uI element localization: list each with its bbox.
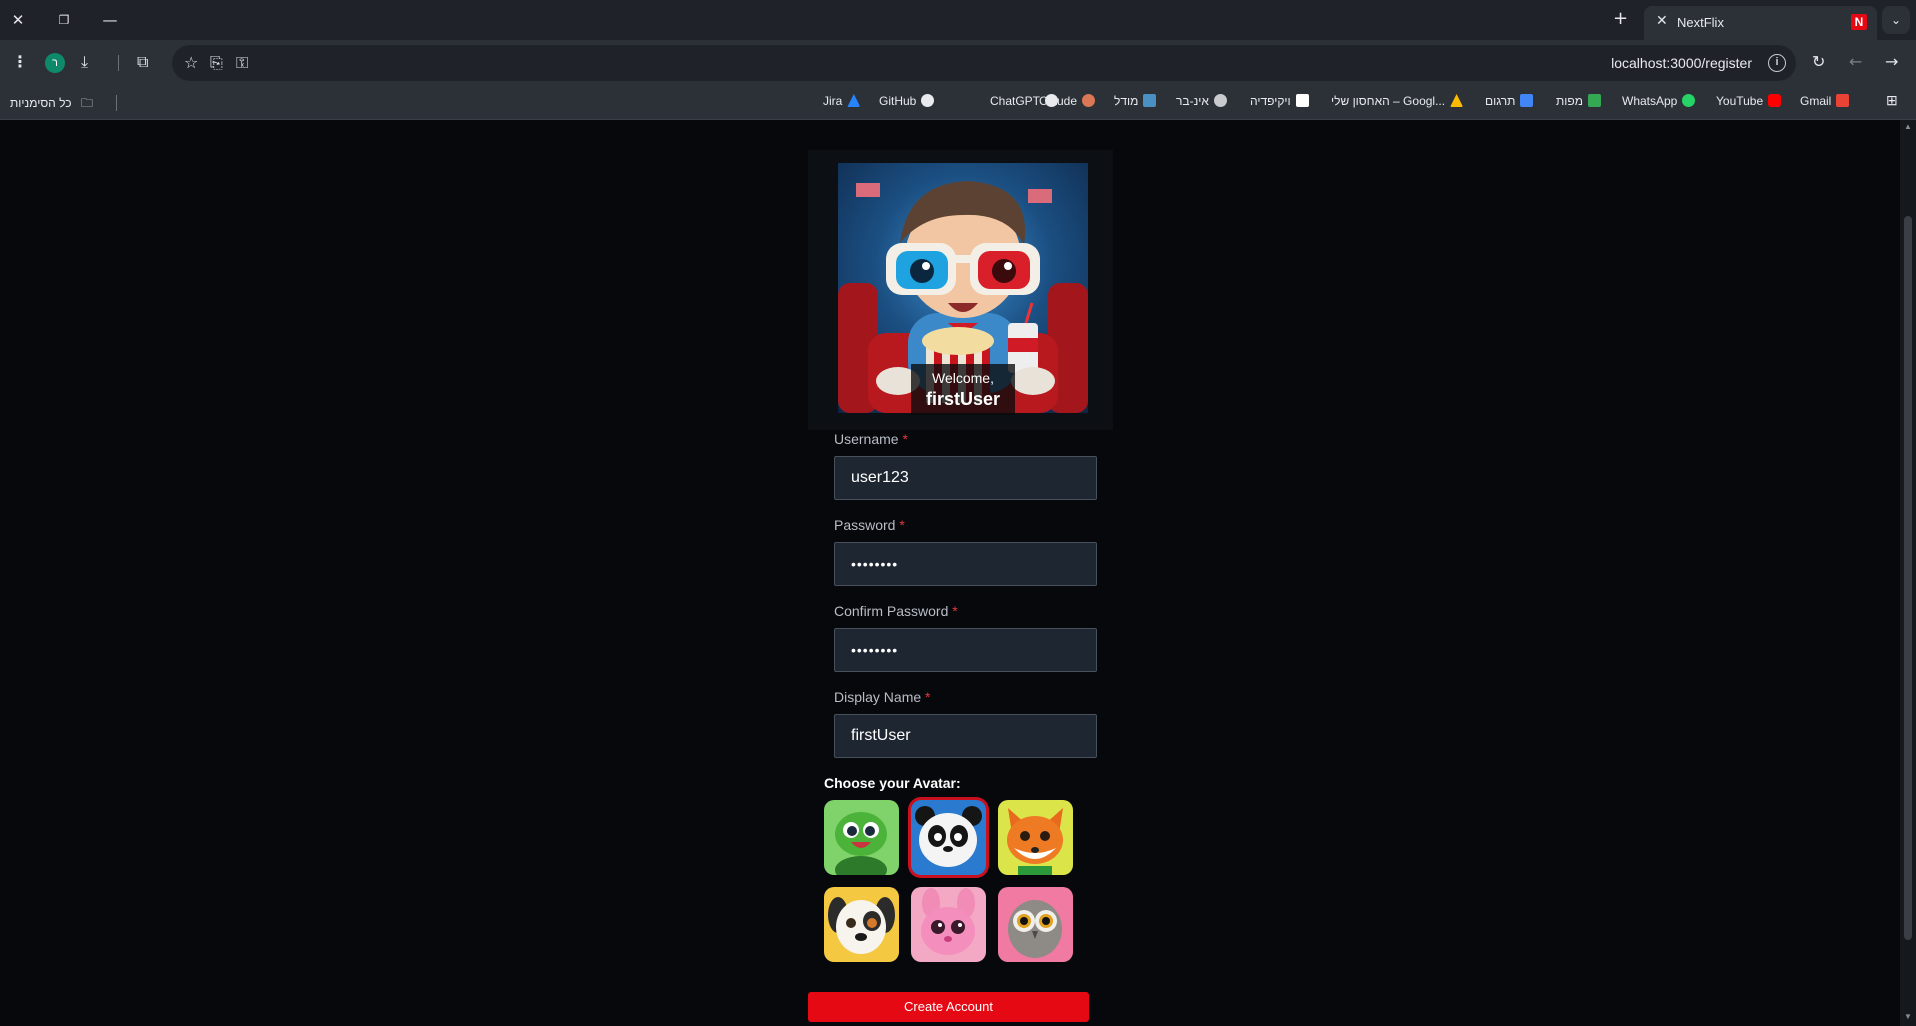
extensions-icon[interactable]: ⧉ — [137, 52, 148, 72]
all-bookmarks[interactable]: כל הסימניות 🗀 — [10, 94, 93, 115]
password-input[interactable]: •••••••• — [834, 542, 1097, 586]
bookmark-translate[interactable]: תרגום — [1485, 94, 1534, 108]
username-label: Username * — [834, 431, 908, 447]
scroll-up-icon[interactable]: ▲ — [1904, 122, 1912, 131]
username-input[interactable]: user123 — [834, 456, 1097, 500]
forward-icon: ← — [1849, 52, 1863, 71]
required-mark: * — [899, 517, 905, 533]
page-scrollbar[interactable]: ▲ ▼ — [1900, 120, 1916, 1026]
bookmarks-bar: כל הסימניות 🗀 Jira GitHub ChatGPT Claude… — [0, 86, 1916, 120]
tab-search-icon[interactable]: ⌄ — [1882, 6, 1910, 34]
gmail-icon — [1836, 94, 1850, 107]
bookmark-jira[interactable]: Jira — [823, 94, 861, 108]
netflix-favicon-icon: N — [1851, 14, 1867, 30]
avatar-section-title: Choose your Avatar: — [824, 775, 961, 791]
all-bookmarks-label: כל הסימניות — [10, 96, 72, 110]
youtube-icon — [1768, 94, 1782, 107]
display-name-input[interactable]: firstUser — [834, 714, 1097, 758]
bookmark-moodle[interactable]: מודל — [1114, 94, 1157, 108]
menu-dots-icon[interactable]: ⋮ — [12, 52, 28, 72]
minimize-window-icon[interactable]: — — [98, 8, 122, 32]
wikipedia-icon — [1295, 94, 1309, 107]
moodle-icon — [1143, 94, 1157, 107]
bookmark-inbar[interactable]: אינ-בר — [1176, 94, 1227, 108]
required-mark: * — [902, 431, 908, 447]
jira-icon — [847, 94, 861, 107]
avatar-dog[interactable] — [824, 887, 899, 962]
download-icon[interactable]: ⤓ — [81, 52, 88, 72]
browser-toolbar: ⋮ ר ⤓ ⧉ ☆ ⎘ ⚿ localhost:3000/register i … — [0, 40, 1916, 86]
site-info-icon[interactable]: i — [1768, 54, 1786, 72]
create-account-button[interactable]: Create Account — [808, 992, 1089, 1022]
back-icon[interactable]: → — [1885, 52, 1898, 72]
tab-nextflix[interactable]: ✕ NextFlix N — [1644, 6, 1877, 40]
welcome-username: firstUser — [925, 389, 1001, 409]
github-icon — [921, 94, 935, 107]
whatsapp-icon — [1682, 94, 1696, 107]
avatar-fox[interactable] — [998, 800, 1073, 875]
confirm-password-label: Confirm Password * — [834, 603, 958, 619]
required-mark: * — [952, 603, 958, 619]
password-key-icon[interactable]: ⚿ — [236, 53, 248, 73]
confirm-password-input[interactable]: •••••••• — [834, 628, 1097, 672]
address-bar[interactable]: ☆ ⎘ ⚿ localhost:3000/register i — [172, 45, 1796, 81]
bookmark-maps[interactable]: מפות — [1556, 94, 1601, 108]
url-text[interactable]: localhost:3000/register — [1611, 55, 1752, 71]
bookmark-star-icon[interactable]: ☆ — [184, 53, 198, 73]
bookmark-youtube[interactable]: YouTube — [1716, 94, 1782, 108]
google-drive-icon — [1450, 94, 1464, 107]
welcome-text: Welcome, — [932, 370, 994, 386]
avatar-turtle[interactable] — [824, 800, 899, 875]
scroll-down-icon[interactable]: ▼ — [1904, 1012, 1912, 1021]
send-to-device-icon[interactable]: ⎘ — [210, 53, 223, 73]
avatar-panda[interactable] — [911, 800, 986, 875]
folder-icon: 🗀 — [80, 96, 93, 110]
claude-icon — [1082, 94, 1096, 107]
profile-avatar[interactable]: ר — [45, 53, 65, 73]
bookmark-whatsapp[interactable]: WhatsApp — [1622, 94, 1696, 108]
restore-window-icon[interactable]: ❐ — [52, 8, 76, 32]
avatar-pink-bunny[interactable] — [911, 887, 986, 962]
reload-icon[interactable]: ↻ — [1812, 52, 1825, 72]
bookmark-drive[interactable]: האחסון שלי – Googl... — [1331, 94, 1464, 108]
welcome-overlay: Welcome, firstUser — [911, 364, 1015, 415]
avatar-owl[interactable] — [998, 887, 1073, 962]
display-name-label: Display Name * — [834, 689, 931, 705]
password-label: Password * — [834, 517, 905, 533]
tab-title: NextFlix — [1677, 15, 1724, 30]
tab-close-icon[interactable]: ✕ — [1656, 13, 1668, 29]
bookmark-gmail[interactable]: Gmail — [1800, 94, 1850, 108]
close-window-icon[interactable]: ✕ — [6, 8, 30, 32]
google-maps-icon — [1587, 94, 1601, 107]
globe-icon — [1213, 94, 1227, 107]
bookmark-github[interactable]: GitHub — [879, 94, 935, 108]
bookmark-wikipedia[interactable]: ויקיפדיה — [1250, 94, 1309, 108]
google-translate-icon — [1520, 94, 1534, 107]
bookmark-claude[interactable]: Claude — [1039, 94, 1096, 108]
tab-strip: ✕ ❐ — + ✕ NextFlix N ⌄ — [0, 0, 1916, 40]
toolbar-divider — [118, 55, 119, 71]
new-tab-icon[interactable]: + — [1613, 8, 1628, 29]
scroll-thumb[interactable] — [1904, 216, 1912, 940]
apps-grid-icon[interactable]: ⊞ — [1886, 92, 1898, 109]
bookmarks-divider — [116, 95, 117, 111]
required-mark: * — [925, 689, 931, 705]
